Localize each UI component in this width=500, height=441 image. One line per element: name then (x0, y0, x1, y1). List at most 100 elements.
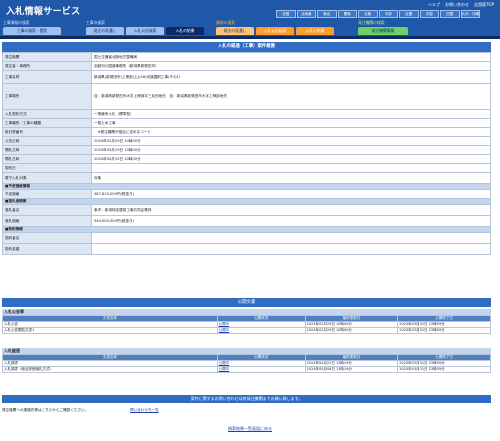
row-label: 契約者名 (2, 232, 92, 244)
row-value: 587,610,000円(税抜き) (91, 189, 491, 199)
table-row: 開札日時 2024年04月15日 10時00分 (2, 154, 491, 164)
row-value (91, 232, 491, 244)
row-value: 羽越河川国道事務所（新潟県新発田市） (91, 61, 491, 71)
table-row: 契約日 (2, 163, 491, 173)
doc-status-link[interactable]: 公開中 (219, 328, 230, 332)
table-row: 落札価格 540,000,000円(税抜き) (2, 215, 491, 227)
row-label: 落札者名 (2, 204, 92, 216)
tab-construction-browse[interactable]: 工事の検索・閲覧 (3, 27, 61, 35)
table-row: 契約金額 (2, 243, 491, 255)
doc-name: 入札公告閲覧文書1 (2, 327, 218, 334)
table-row: 予定価格 587,610,000円(税抜き) (2, 189, 491, 199)
category-construction-search: 工事情報の検索 工事の検索・閲覧 (3, 20, 63, 35)
region-tab[interactable]: 中部 (378, 10, 398, 18)
doc-end: 2025年03月31日 23時59分 (397, 366, 491, 373)
contact-link[interactable]: お問い合わせ (445, 2, 469, 8)
doc-updated: 2024年05月08日 13時19分 (304, 366, 399, 373)
table-row: 入札調書（総合評価落札方式） 公開中 2024年05月08日 13時19分 20… (2, 366, 491, 373)
app-logo[interactable]: 入札情報サービス (6, 4, 80, 17)
back-to-results-link[interactable]: 検索結果一覧画面に戻る (228, 426, 272, 431)
contact-row: 発注機関への連絡先等はこちらからご確認ください。 問い合わせ先一覧 (2, 406, 491, 414)
row-value: 2024年04月15日 10時00分 (91, 154, 491, 164)
row-value: 東洋・新潟特定建設工事共同企業体 (91, 204, 491, 216)
category-service: 業務の検索 発注の見通し 入札公告検索 入札の結果 (216, 20, 336, 35)
row-label: 入札契約方式 (2, 109, 92, 119)
row-label: 工事場所 (2, 83, 92, 110)
contact-banner: 案件に関するお問い合わせは各発注機関までお願い致します。 (2, 395, 491, 403)
page-header: 入札情報サービス ヘルプ お問い合わせ 全国版TOP 全国 北海道 東北 関東 … (0, 0, 500, 36)
doc-updated: 2024年02月29日 10時00分 (304, 327, 399, 334)
row-label: 工事種別／工事の種類 (2, 118, 92, 128)
row-value: ※発注機関が独自に定めるコード (91, 127, 491, 137)
documents-table-notice: 文書名称 公開状況 最終更新日 公開終了日 入札公告 公開中 2024年02月2… (2, 315, 491, 334)
region-tab[interactable]: 九州・沖縄 (460, 10, 480, 18)
region-tab[interactable]: 中国 (419, 10, 439, 18)
doc-status-link[interactable]: 公開中 (219, 322, 230, 326)
table-row: 入札公告閲覧文書1 公開中 2024年02月29日 10時00分 2025年03… (2, 327, 491, 334)
doc-status-link[interactable]: 公開中 (219, 361, 230, 365)
row-value: 2024年03月19日 13時00分 (91, 145, 491, 155)
table-row: 電子入札対象 対象 (2, 172, 491, 184)
row-value: 一般競争入札（標準型） (91, 109, 491, 119)
row-label: 公告日時 (2, 136, 92, 146)
region-tab[interactable]: 近畿 (399, 10, 419, 18)
tab-construction-notice[interactable]: 入札公告検索 (126, 27, 164, 35)
row-label: 契約金額 (2, 243, 92, 255)
row-value (91, 163, 491, 173)
doc-name: 入札調書（総合評価落札方式） (2, 366, 218, 373)
row-value: 自：新潟県新発田市大字上神部字三反田地先 至：新潟県新発田市大字上神部地先 (91, 83, 491, 110)
tab-agency-info[interactable]: 発注機関情報 (358, 27, 408, 35)
tab-service-result[interactable]: 入札の結果 (296, 27, 334, 35)
region-tab[interactable]: 全国 (276, 10, 296, 18)
region-tab[interactable]: 東北 (317, 10, 337, 18)
row-label: 開札日時 (2, 154, 92, 164)
row-value (91, 243, 491, 255)
table-row: 工事種別／工事の種類 一般土木工事 (2, 118, 491, 128)
row-value: 一般土木工事 (91, 118, 491, 128)
contact-list-link[interactable]: 問い合わせ先一覧 (130, 408, 159, 413)
table-row: 発注機関 国土交通省北陸地方整備局 (2, 52, 491, 62)
row-label: 工事名称 (2, 70, 92, 84)
contact-label: 発注機関への連絡先等はこちらからご確認ください。 (2, 407, 89, 412)
back-container: 検索結果一覧画面に戻る (0, 426, 500, 432)
tab-service-outlook[interactable]: 発注の見通し (216, 27, 254, 35)
row-value: 新潟県(新発田市)上神部(土)(26)河道掘削工事(その1) (91, 70, 491, 84)
category-construction: 工事の検索 発注の見通し 入札公告検索 入札の結果 (86, 20, 206, 35)
table-row: 発注者・事務所 羽越河川国道事務所（新潟県新発田市） (2, 61, 491, 71)
tab-construction-outlook[interactable]: 発注の見通し (86, 27, 124, 35)
documents-section: 公開文書 入札公告等 文書名称 公開状況 最終更新日 公開終了日 入札公告 公開… (2, 298, 491, 373)
tab-construction-result[interactable]: 入札の結果 (166, 27, 204, 35)
category-title: 工事情報の検索 (3, 20, 30, 25)
table-row: 設計書番号 ※発注機関が独自に定めるコード (2, 127, 491, 137)
tab-service-notice[interactable]: 入札公告検索 (256, 27, 294, 35)
table-row: 入札契約方式 一般競争入札（標準型） (2, 109, 491, 119)
doc-end: 2025年03月31日 23時59分 (397, 327, 491, 334)
category-agency: 発注機関の検索 発注機関情報 (358, 20, 420, 35)
summary-table: 発注機関 国土交通省北陸地方整備局 発注者・事務所 羽越河川国道事務所（新潟県新発田… (2, 52, 491, 255)
summary-title: 入札の経過（工事）案件概要 (2, 42, 491, 52)
nav-divider (0, 36, 500, 39)
category-nav: 工事情報の検索 工事の検索・閲覧 工事の検索 発注の見通し 入札公告検索 入札の… (0, 20, 500, 35)
documents-title: 公開文書 (2, 298, 491, 307)
region-tab[interactable]: 四国 (440, 10, 460, 18)
region-tab[interactable]: 北陸 (358, 10, 378, 18)
table-row: 契約者名 (2, 232, 491, 244)
region-tabs: 全国 北海道 東北 関東 北陸 中部 近畿 中国 四国 九州・沖縄 (276, 10, 480, 18)
row-label: 電子入札対象 (2, 172, 92, 184)
row-value: 国土交通省北陸地方整備局 (91, 52, 491, 62)
table-row: 開札日時 2024年03月19日 13時00分 (2, 145, 491, 155)
row-label: 設計書番号 (2, 127, 92, 137)
documents-table-bid: 文書名称 公開状況 最終更新日 公開終了日 入札調書 公開中 2024年04月2… (2, 354, 491, 373)
help-link[interactable]: ヘルプ (428, 2, 440, 8)
row-value: 540,000,000円(税抜き) (91, 215, 491, 227)
doc-status-link[interactable]: 公開中 (219, 367, 230, 371)
region-tab[interactable]: 北海道 (296, 10, 316, 18)
row-label: 落札価格 (2, 215, 92, 227)
row-value: 2024年02月29日 10時00分 (91, 136, 491, 146)
table-row: 工事場所 自：新潟県新発田市大字上神部字三反田地先 至：新潟県新発田市大字上神部地… (2, 83, 491, 110)
table-row: 工事名称 新潟県(新発田市)上神部(土)(26)河道掘削工事(その1) (2, 70, 491, 84)
table-row: 公告日時 2024年02月29日 10時00分 (2, 136, 491, 146)
national-top-link[interactable]: 全国版TOP (474, 2, 494, 8)
region-tab[interactable]: 関東 (337, 10, 357, 18)
